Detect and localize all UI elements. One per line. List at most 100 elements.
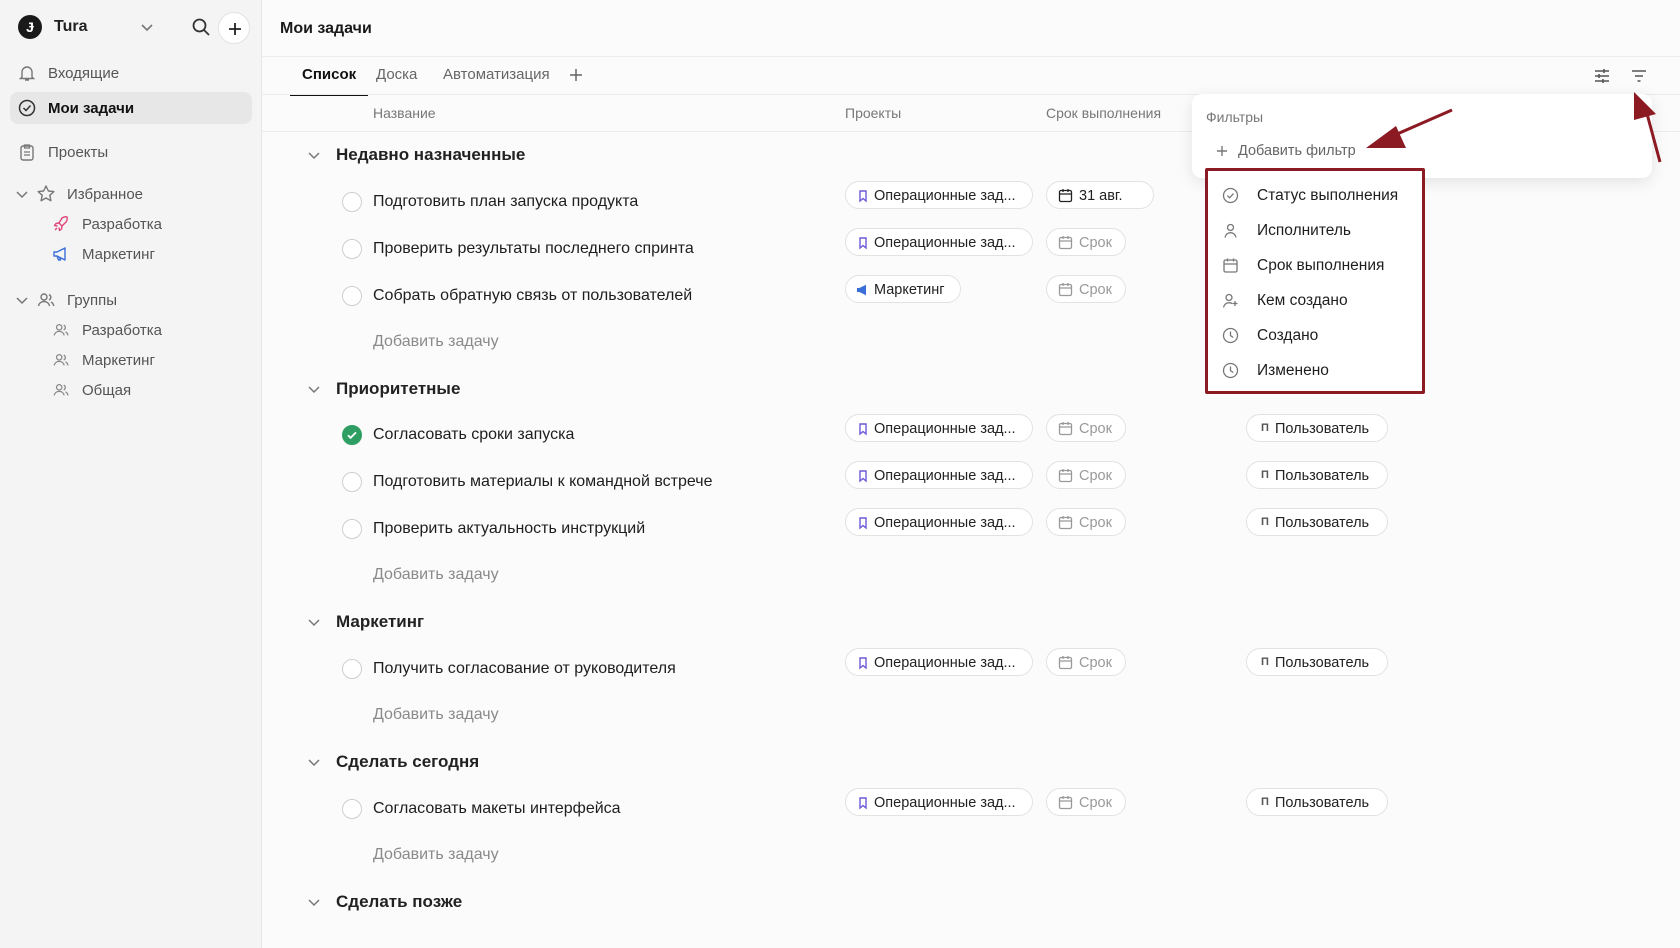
project-pill[interactable]: Операционные зад... [845,228,1033,256]
chevron-down-icon[interactable] [14,186,30,202]
filter-option-created[interactable]: Создано [1208,318,1422,353]
group-item-general[interactable]: Общая [50,376,250,404]
due-date-pill[interactable]: 31 авг. [1046,181,1154,209]
tab-board[interactable]: Доска [376,66,417,96]
due-date-pill[interactable]: Срок [1046,414,1126,442]
task-row[interactable]: Подготовить план запуска продукта Операц… [262,181,1680,221]
workspace-name[interactable]: Tura [54,18,87,36]
task-row[interactable]: Согласовать макеты интерфейса Операционн… [262,788,1680,828]
task-checkbox[interactable] [342,472,362,492]
chevron-down-icon[interactable] [306,147,322,163]
checkmark-icon [347,431,357,440]
users-icon [37,293,55,307]
add-task-button[interactable]: Добавить задачу [373,566,499,584]
add-tab-icon[interactable] [568,67,584,83]
task-checkbox[interactable] [342,239,362,259]
sliders-icon[interactable] [1592,66,1612,86]
due-date-pill[interactable]: Срок [1046,508,1126,536]
task-name[interactable]: Получить согласование от руководителя [373,660,676,678]
group-item-development[interactable]: Разработка [50,316,250,344]
project-pill[interactable]: Операционные зад... [845,648,1033,676]
groups-section[interactable]: Группы [14,285,254,315]
nav-projects[interactable]: Проекты [10,136,252,168]
filter-option-due-date[interactable]: Срок выполнения [1208,248,1422,283]
project-label: Операционные зад... [874,655,1016,671]
favorites-section[interactable]: Избранное [14,179,254,209]
task-row[interactable]: Проверить актуальность инструкций Операц… [262,508,1680,548]
add-task-button[interactable]: Добавить задачу [373,846,499,864]
filter-option-label: Кем создано [1257,292,1348,309]
workspace-switcher[interactable]: Ɉ Tura [18,12,258,44]
tab-list[interactable]: Список [290,66,369,96]
assignee-pill[interactable]: П Пользователь [1246,508,1388,536]
filter-option-modified[interactable]: Изменено [1208,353,1422,388]
assignee-pill[interactable]: П Пользователь [1246,648,1388,676]
add-task-button[interactable]: Добавить задачу [373,706,499,724]
task-checkbox[interactable] [342,519,362,539]
nav-inbox[interactable]: Входящие [10,57,252,89]
chevron-down-icon[interactable] [306,754,322,770]
task-name[interactable]: Подготовить план запуска продукта [373,193,638,211]
project-label: Операционные зад... [874,235,1016,251]
due-date-label: Срок [1079,421,1112,437]
task-checkbox[interactable] [342,192,362,212]
task-row[interactable]: Получить согласование от руководителя Оп… [262,648,1680,688]
project-pill[interactable]: Операционные зад... [845,181,1033,209]
tab-automation[interactable]: Автоматизация [443,66,550,96]
assignee-pill[interactable]: П Пользователь [1246,414,1388,442]
project-pill[interactable]: Операционные зад... [845,461,1033,489]
group-header[interactable]: Маркетинг [262,607,962,637]
nav-my-tasks-label: Мои задачи [48,100,135,117]
project-pill[interactable]: Операционные зад... [845,508,1033,536]
bookmark-icon [859,237,867,250]
group-header[interactable]: Недавно назначенные [262,140,962,170]
add-filter-button[interactable]: Добавить фильтр [1216,142,1416,162]
chevron-down-icon[interactable] [306,381,322,397]
create-button[interactable] [218,12,250,44]
due-date-pill[interactable]: Срок [1046,788,1126,816]
task-row[interactable]: Проверить результаты последнего спринта … [262,228,1680,268]
search-icon[interactable] [190,16,212,38]
task-checkbox[interactable] [342,425,362,445]
task-row[interactable]: Согласовать сроки запуска Операционные з… [262,414,1680,454]
task-checkbox[interactable] [342,799,362,819]
chevron-down-icon[interactable] [138,18,156,36]
project-pill[interactable]: Операционные зад... [845,414,1033,442]
column-header-name: Название [373,105,436,121]
assignee-pill[interactable]: П Пользователь [1246,788,1388,816]
due-date-pill[interactable]: Срок [1046,228,1126,256]
task-name[interactable]: Согласовать сроки запуска [373,426,574,444]
due-date-pill[interactable]: Срок [1046,648,1126,676]
assignee-pill[interactable]: П Пользователь [1246,461,1388,489]
nav-my-tasks[interactable]: Мои задачи [10,92,252,124]
filter-icon[interactable] [1629,66,1649,86]
task-row[interactable]: Подготовить материалы к командной встреч… [262,461,1680,501]
group-header[interactable]: Приоритетные [262,374,962,404]
task-name[interactable]: Проверить актуальность инструкций [373,520,645,538]
project-pill[interactable]: Маркетинг [845,275,961,303]
group-title: Сделать сегодня [336,752,480,771]
filter-option-created-by[interactable]: Кем создано [1208,283,1422,318]
group-item-marketing[interactable]: Маркетинг [50,346,250,374]
chevron-down-icon[interactable] [14,292,30,308]
star-icon [37,185,55,202]
chevron-down-icon[interactable] [306,614,322,630]
task-name[interactable]: Подготовить материалы к командной встреч… [373,473,712,491]
group-header[interactable]: Сделать позже [262,887,962,917]
filter-option-status[interactable]: Статус выполнения [1208,178,1422,213]
add-task-button[interactable]: Добавить задачу [373,333,499,351]
task-checkbox[interactable] [342,659,362,679]
task-name[interactable]: Согласовать макеты интерфейса [373,800,621,818]
due-date-pill[interactable]: Срок [1046,461,1126,489]
task-name[interactable]: Проверить результаты последнего спринта [373,240,694,258]
filter-option-assignee[interactable]: Исполнитель [1208,213,1422,248]
project-pill[interactable]: Операционные зад... [845,788,1033,816]
task-name[interactable]: Собрать обратную связь от пользователей [373,287,692,305]
group-header[interactable]: Сделать сегодня [262,747,962,777]
due-date-pill[interactable]: Срок [1046,275,1126,303]
favorite-item-marketing[interactable]: Маркетинг [50,240,250,268]
favorite-item-development[interactable]: Разработка [50,210,250,238]
task-row[interactable]: Собрать обратную связь от пользователей … [262,275,1680,315]
task-checkbox[interactable] [342,286,362,306]
chevron-down-icon[interactable] [306,894,322,910]
